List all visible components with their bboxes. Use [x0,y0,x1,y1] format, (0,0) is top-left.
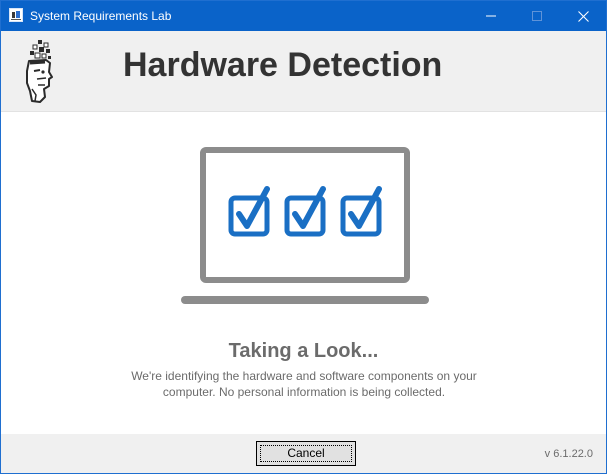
status-title: Taking a Look... [228,340,379,362]
maximize-icon [532,11,542,21]
page-title: Hardware Detection [123,46,443,84]
cancel-button[interactable]: Cancel [256,441,356,466]
minimize-button[interactable] [468,1,514,31]
maximize-button [514,1,560,31]
srl-face-logo-icon [26,40,53,103]
version-label: v 6.1.22.0 [544,448,593,460]
footer-bar: Cancel v 6.1.22.0 [1,434,606,473]
title-bar[interactable]: System Requirements Lab [1,1,606,31]
laptop-icon [181,147,429,304]
close-icon [577,10,589,22]
app-window: System Requirements Lab Hardware Detecti… [0,0,607,474]
minimize-icon [486,15,496,17]
app-icon [9,8,23,22]
status-description: We're identifying the hardware and softw… [131,369,477,399]
window-title: System Requirements Lab [30,9,172,23]
close-button[interactable] [560,1,606,31]
focus-rectangle [260,445,352,462]
header-banner: Hardware Detection [1,31,606,112]
